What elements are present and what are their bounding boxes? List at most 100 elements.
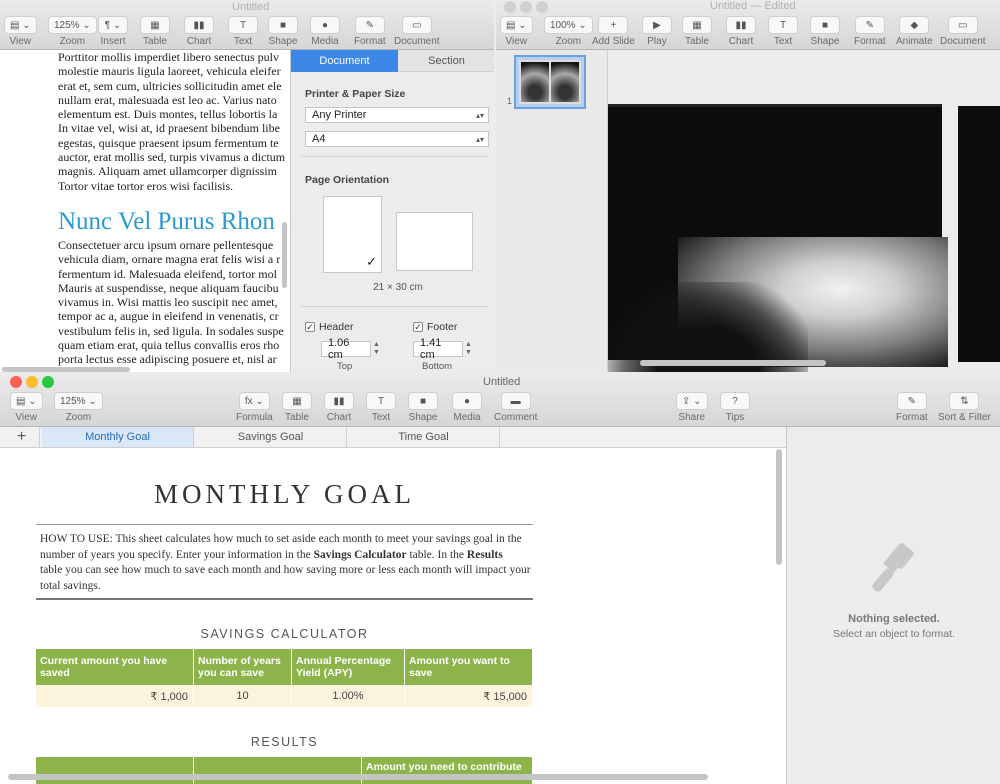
shape-button[interactable]: ■ Shape bbox=[268, 16, 298, 47]
slide-photo-right bbox=[958, 106, 1000, 362]
table-cell[interactable]: ₹ 1,000 bbox=[36, 685, 194, 707]
sheet-canvas[interactable]: MONTHLY GOAL HOW TO USE: This sheet calc… bbox=[0, 449, 786, 784]
document-page[interactable]: Porttitor mollis imperdiet libero senect… bbox=[0, 50, 290, 372]
table-button[interactable]: ▦ Table bbox=[682, 16, 712, 47]
zoom-button[interactable] bbox=[42, 376, 54, 388]
page-size-label: 21 × 30 cm bbox=[373, 282, 423, 293]
sheet-tab-time-goal[interactable]: Time Goal bbox=[348, 427, 500, 447]
document-button[interactable]: ▭ Document bbox=[394, 16, 440, 47]
play-icon: ▶ bbox=[642, 16, 672, 34]
how-to-line: number of years you specify. Enter your … bbox=[40, 548, 535, 564]
toolbar-label: Chart bbox=[728, 36, 754, 47]
table-button[interactable]: ▦ Table bbox=[282, 392, 312, 423]
media-button[interactable]: ● Media bbox=[452, 392, 482, 423]
close-button[interactable] bbox=[10, 376, 22, 388]
stepper-icon[interactable]: ▲ ▼ bbox=[465, 341, 472, 357]
header-margin-field[interactable]: 1.06 cm bbox=[321, 337, 371, 361]
horizontal-scrollbar[interactable] bbox=[8, 774, 708, 780]
sort-filter-button[interactable]: ⇅ Sort & Filter bbox=[938, 392, 991, 423]
table-cell[interactable]: 1.00% bbox=[292, 685, 405, 707]
vertical-scrollbar[interactable] bbox=[282, 222, 287, 288]
toolbar-label: Table bbox=[685, 36, 709, 47]
shape-button[interactable]: ■ Shape bbox=[408, 392, 438, 423]
table-header-cell[interactable]: Amount you want to save bbox=[405, 649, 533, 685]
how-to-line: HOW TO USE: This sheet calculates how mu… bbox=[40, 533, 522, 545]
divider bbox=[36, 524, 533, 525]
paper-value: A4 bbox=[312, 133, 326, 145]
table-header-cell[interactable]: Annual Percentage Yield (APY) bbox=[292, 649, 405, 685]
sheet-tab-savings-goal[interactable]: Savings Goal bbox=[195, 427, 347, 447]
text-button[interactable]: T Text bbox=[366, 392, 396, 423]
format-icon: ✎ bbox=[854, 16, 885, 34]
window-title: Untitled — Edited bbox=[710, 0, 796, 12]
chart-button[interactable]: ▮▮ Chart bbox=[726, 16, 756, 47]
toolbar-label: Play bbox=[647, 36, 667, 47]
media-button[interactable]: ● Media bbox=[310, 16, 340, 47]
play-button[interactable]: ▶ Play bbox=[642, 16, 672, 47]
footer-checkbox[interactable]: ✓ Footer bbox=[413, 321, 457, 333]
table-header-cell[interactable]: Current amount you have saved bbox=[36, 649, 194, 685]
stepper-icon[interactable]: ▲ ▼ bbox=[373, 341, 380, 357]
minimize-button[interactable] bbox=[26, 376, 38, 388]
footer-margin-field[interactable]: 1.41 cm bbox=[413, 337, 463, 361]
table-header-cell[interactable]: Number of years you can save bbox=[194, 649, 292, 685]
table-cell[interactable]: 10 bbox=[194, 685, 292, 707]
text-button[interactable]: T Text bbox=[228, 16, 258, 47]
text-button[interactable]: T Text bbox=[768, 16, 798, 47]
zoom-button[interactable] bbox=[536, 1, 548, 13]
share-button[interactable]: ⇪ ⌄ Share bbox=[676, 392, 708, 423]
tab-section[interactable]: Section bbox=[398, 50, 494, 72]
zoom-icon: 125% ⌄ bbox=[48, 16, 97, 34]
sheet-tab-bar: + Monthly Goal Savings Goal Time Goal bbox=[0, 427, 786, 448]
shape-button[interactable]: ■ Shape bbox=[810, 16, 840, 47]
chart-button[interactable]: ▮▮ Chart bbox=[184, 16, 214, 47]
view-button[interactable]: ▤ ⌄ View bbox=[10, 392, 43, 423]
table-cell[interactable]: ₹ 15,000 bbox=[405, 685, 533, 707]
document-icon: ▭ bbox=[947, 16, 978, 34]
chart-button[interactable]: ▮▮ Chart bbox=[324, 392, 354, 423]
tab-document[interactable]: Document bbox=[291, 50, 398, 72]
horizontal-scrollbar[interactable] bbox=[640, 360, 826, 366]
how-to-line: table you can see how much to save each … bbox=[40, 564, 531, 576]
media-icon: ● bbox=[452, 392, 482, 410]
document-button[interactable]: ▭ Document bbox=[940, 16, 986, 47]
sheet-tab-monthly-goal[interactable]: Monthly Goal bbox=[42, 427, 194, 447]
insert-button[interactable]: ¶ ⌄ Insert bbox=[98, 16, 128, 47]
animate-icon: ◆ bbox=[899, 16, 930, 34]
formula-button[interactable]: fx ⌄ Formula bbox=[236, 392, 273, 423]
add-slide-button[interactable]: + Add Slide bbox=[592, 16, 635, 47]
paper-size-select[interactable]: A4 ▴▾ bbox=[305, 131, 489, 147]
slide-canvas[interactable] bbox=[608, 50, 1000, 372]
nothing-selected-label: Nothing selected. bbox=[848, 613, 940, 625]
printer-select[interactable]: Any Printer ▴▾ bbox=[305, 107, 489, 123]
close-button[interactable] bbox=[504, 1, 516, 13]
zoom-button[interactable]: 125% ⌄ Zoom bbox=[48, 16, 97, 47]
animate-button[interactable]: ◆ Animate bbox=[896, 16, 933, 47]
horizontal-scrollbar[interactable] bbox=[2, 367, 130, 372]
table-button[interactable]: ▦ Table bbox=[140, 16, 170, 47]
numbers-window: Untitled ▤ ⌄ View 125% ⌄ Zoom fx ⌄ Formula ▦ Ta… bbox=[0, 373, 1000, 784]
header-checkbox[interactable]: ✓ Header bbox=[305, 321, 353, 333]
window-title: Untitled bbox=[483, 376, 521, 388]
slide-thumbnail[interactable] bbox=[514, 55, 586, 109]
landscape-option[interactable] bbox=[396, 212, 473, 271]
zoom-button[interactable]: 100% ⌄ Zoom bbox=[544, 16, 593, 47]
format-button[interactable]: ✎ Format bbox=[854, 16, 886, 47]
view-button[interactable]: ▤ ⌄ View bbox=[4, 16, 37, 47]
format-button[interactable]: ✎ Format bbox=[896, 392, 928, 423]
view-button[interactable]: ▤ ⌄ View bbox=[500, 16, 533, 47]
zoom-button[interactable]: 125% ⌄ Zoom bbox=[54, 392, 103, 423]
body-text-line: vestibulum felis in, sed ligula. In soda… bbox=[58, 323, 284, 338]
add-sheet-button[interactable]: + bbox=[4, 427, 40, 447]
tips-button[interactable]: ? Tips bbox=[720, 392, 750, 423]
text-icon: T bbox=[366, 392, 396, 410]
toolbar-label: Chart bbox=[326, 412, 352, 423]
portrait-option[interactable]: ✓ bbox=[323, 196, 382, 273]
minimize-button[interactable] bbox=[520, 1, 532, 13]
body-text-line: In vitae vel, wisi at, id praesent biben… bbox=[58, 121, 280, 136]
savings-calculator-table[interactable]: Current amount you have saved Number of … bbox=[36, 649, 533, 707]
comment-button[interactable]: ▬ Comment bbox=[494, 392, 537, 423]
vertical-scrollbar[interactable] bbox=[776, 449, 782, 565]
format-button[interactable]: ✎ Format bbox=[354, 16, 386, 47]
table-row: ₹ 1,000 10 1.00% ₹ 15,000 bbox=[36, 685, 533, 707]
